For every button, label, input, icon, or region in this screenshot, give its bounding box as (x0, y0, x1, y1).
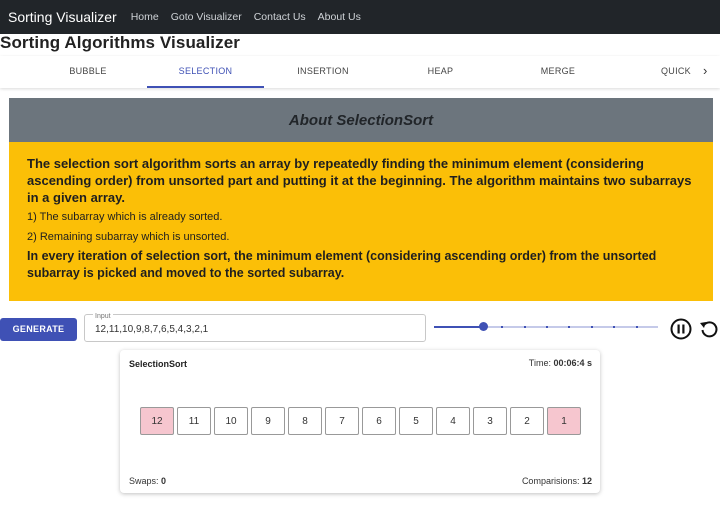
slider-tick (523, 326, 526, 328)
tab-insertion[interactable]: INSERTION (265, 56, 381, 86)
pause-button[interactable] (670, 318, 692, 340)
about-body: The selection sort algorithm sorts an ar… (9, 142, 713, 282)
comparisons-label: Comparisions: (521, 476, 580, 486)
page-title: Sorting Algorithms Visualizer (0, 33, 240, 52)
array-cells: 12 11 10 9 8 7 6 5 4 3 2 1 (140, 407, 584, 435)
array-cell: 4 (436, 407, 470, 435)
slider-tick (546, 326, 548, 328)
reset-button[interactable] (698, 318, 720, 340)
array-cell: 9 (251, 407, 285, 435)
about-title: About SelectionSort (288, 111, 434, 129)
chevron-right-icon[interactable]: › (703, 56, 707, 86)
array-cell: 5 (399, 407, 433, 435)
array-cell: 7 (325, 407, 359, 435)
generate-button[interactable]: GENERATE (0, 318, 77, 341)
slider-tick (568, 326, 571, 328)
array-cell: 2 (510, 407, 544, 435)
tab-bubble[interactable]: BUBBLE (30, 56, 146, 86)
tab-merge[interactable]: MERGE (500, 56, 616, 86)
brand-link[interactable]: Sorting Visualizer (8, 9, 117, 25)
array-input-value[interactable]: 12,11,10,9,8,7,6,5,4,3,2,1 (95, 324, 208, 335)
swaps-count: Swaps: 0 (129, 476, 166, 486)
tab-selection[interactable]: SELECTION (147, 56, 264, 88)
timer: Time: 00:06:4 s (529, 358, 592, 368)
slider-tick (590, 326, 593, 328)
slider-tick (456, 326, 459, 328)
tab-heap[interactable]: HEAP (382, 56, 499, 86)
reset-icon (700, 321, 718, 338)
speed-slider[interactable] (434, 320, 660, 334)
timer-value: 00:06:4 s (553, 358, 592, 368)
algorithm-tabs: BUBBLE SELECTION INSERTION HEAP MERGE QU… (0, 56, 720, 88)
nav-link-about-us[interactable]: About Us (318, 11, 361, 23)
nav-link-goto-visualizer[interactable]: Goto Visualizer (171, 11, 242, 23)
about-paragraph-2: In every iteration of selection sort, th… (27, 249, 657, 280)
about-list-item-2: 2) Remaining subarray which is unsorted. (27, 231, 230, 243)
visualizer-card: SelectionSort Time: 00:06:4 s 12 11 10 9 8 7 6… (120, 350, 600, 493)
algorithm-name: SelectionSort (129, 359, 188, 369)
nav-link-home[interactable]: Home (131, 11, 159, 23)
array-input-label: Input (93, 313, 113, 320)
about-list-item-1: 1) The subarray which is already sorted. (27, 211, 223, 223)
navbar: Sorting Visualizer Home Goto Visualizer … (0, 0, 720, 34)
slider-tick (613, 326, 616, 328)
about-header: About SelectionSort (9, 98, 713, 142)
slider-fill (434, 326, 484, 328)
comparisons-count: Comparisions: 12 (522, 476, 592, 486)
array-cell: 8 (288, 407, 322, 435)
comparisons-value: 12 (581, 476, 592, 486)
array-cell: 12 (140, 407, 174, 435)
slider-tick (478, 326, 481, 328)
nav-link-contact-us[interactable]: Contact Us (254, 11, 306, 23)
array-cell: 6 (362, 407, 396, 435)
slider-tick (501, 326, 504, 328)
timer-label: Time: (528, 358, 551, 368)
array-cell: 10 (214, 407, 248, 435)
array-input-field[interactable]: Input 12,11,10,9,8,7,6,5,4,3,2,1 (84, 313, 426, 342)
array-cell: 3 (473, 407, 507, 435)
array-cell: 11 (177, 407, 211, 435)
slider-tick (635, 326, 638, 328)
array-cell: 1 (547, 407, 581, 435)
about-panel: About SelectionSort The selection sort a… (9, 98, 713, 301)
swaps-value: 0 (161, 476, 167, 486)
about-paragraph-1: The selection sort algorithm sorts an ar… (27, 156, 692, 205)
pause-circle-icon (670, 318, 692, 340)
swaps-label: Swaps: (129, 476, 159, 486)
